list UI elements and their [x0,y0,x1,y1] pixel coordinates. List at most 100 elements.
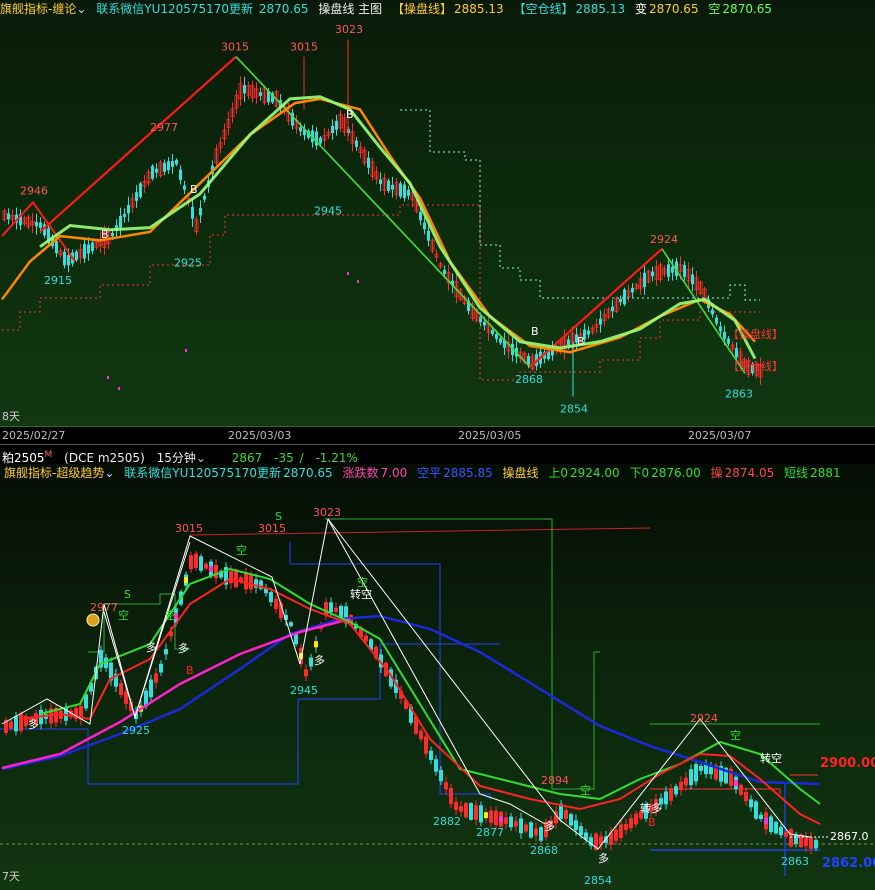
top-indicator-header: 旗舰指标-缠论⌄ 联系微信YU120575170更新 2870.65 操盘线 主… [0,0,875,18]
swing-price-label: 2863 [781,855,809,868]
candle-body [619,298,622,303]
candle-body [91,242,94,252]
candle-body [243,85,246,94]
swing-price-label: 3023 [313,506,341,519]
candle-body [319,137,322,144]
swing-price-label: 2924 [650,233,678,246]
bottom-dn-value: 2876.00 [651,466,701,480]
candle-body [164,649,168,655]
swing-price-label: 2925 [174,257,202,270]
bottom-chg-label: 涨跌数 [342,466,379,480]
candle-body [619,824,623,838]
candle-body [469,803,473,820]
top-short-value: 2870.65 [722,2,773,16]
buy-signal-label: B [190,183,198,196]
candle-body [83,244,86,259]
candle-body [715,317,718,324]
top-chart-canvas[interactable]: B B B B B 2946 2915 2925 2977 3015 3015 3023 2945 286… [0,0,875,426]
candle-body [443,269,446,275]
trade-signal-label: 空 [165,608,176,622]
candle-body [524,824,528,832]
candle-body [309,657,313,667]
candle-body [744,791,748,802]
candle-body [779,826,783,836]
candle-body [483,321,486,326]
date-tick: 2025/02/27 [2,429,66,442]
candle-body [123,213,126,218]
candle-body [63,251,66,266]
candle-body [274,598,278,610]
date-tick: 2025/03/05 [458,429,522,442]
candle-body [139,183,142,198]
money-bag-icon [86,613,100,627]
bottom-chart-canvas[interactable]: 2925 2977 3015 3015 3023 2945 2882 2877 2868 2894… [0,464,875,890]
buy-signal-label: B [531,325,539,338]
chevron-down-icon[interactable]: ⌄ [76,2,86,16]
trade-signal-label: 多 [28,717,39,731]
bottom-up-label: 上0 [548,466,569,480]
bottom-chart-pane[interactable]: 旗舰指标-超级趋势⌄ 联系微信YU120575170更新 2870.65 涨跌数 7… [0,464,875,890]
candle-body [87,244,90,254]
price-label-last: 2867.0 [830,830,869,843]
bottom-indicator-name[interactable]: 旗舰指标-超级趋势 [4,466,104,480]
swing-price-label: 3015 [258,522,286,535]
trade-signal-label: 空 [236,543,247,557]
candle-body [407,189,410,196]
top-indicator-name[interactable]: 旗舰指标-缠论 [0,2,76,16]
candle-body [119,215,122,228]
candle-body [611,306,614,312]
top-contact: 联系微信YU120575170更新 [96,2,254,16]
candle-body [464,802,468,818]
candle-body [539,827,543,841]
swing-price-label: 3015 [175,522,203,535]
date-tick: 2025/03/07 [688,429,752,442]
candle-body [355,140,358,147]
candle-marker [764,817,768,824]
candle-body [329,602,333,613]
candle-body [135,192,138,201]
bottom-contact: 联系微信YU120575170更新 [124,466,282,480]
candle-body [199,207,202,216]
candle-marker [209,565,213,572]
chevron-down-icon[interactable]: ⌄ [196,451,206,465]
candle-body [294,633,298,645]
symbol-name[interactable]: 粕2505 [2,451,45,465]
candle-body [814,840,818,849]
candle-body [163,162,166,172]
swing-price-label: 2863 [725,388,753,401]
candle-body [789,829,793,847]
bottom-dn-label: 下0 [629,466,650,480]
candle-body [509,816,513,828]
swing-price-label: 2854 [560,403,588,416]
period-select[interactable]: 15分钟 [157,451,196,465]
candle-body [679,781,683,791]
candle-body [683,264,686,278]
trade-signal-label: 多 [146,640,157,654]
swing-price-label: 2945 [314,204,342,217]
trade-signal-label: 多 [314,653,325,667]
bottom-corner-label: 7天 [2,870,20,883]
swing-price-label: 3015 [290,41,318,54]
swing-price-label: 3015 [221,41,249,54]
top-empty-value: 2885.13 [575,2,626,16]
candle-marker [314,641,318,648]
trade-signal-label: S [275,510,282,523]
candle-body [191,206,194,219]
swing-price-label: 2868 [530,844,558,857]
candle-body [127,205,130,214]
buy-signal-label: B [101,228,109,241]
candle-body [774,821,778,834]
candle-body [379,179,382,184]
chevron-down-icon[interactable]: ⌄ [104,466,114,480]
last-price: 2867 [231,451,263,465]
candle-body [794,835,798,844]
candle-body [289,622,293,627]
candle-body [514,821,518,827]
candle-body [569,814,573,826]
candle-body [249,575,253,590]
candle-body [391,184,394,190]
candle-body [199,556,203,571]
candle-body [699,765,703,771]
top-chart-pane[interactable]: 旗舰指标-缠论⌄ 联系微信YU120575170更新 2870.65 操盘线 主… [0,0,875,444]
bottom-kp-label: 空平 [417,466,442,480]
